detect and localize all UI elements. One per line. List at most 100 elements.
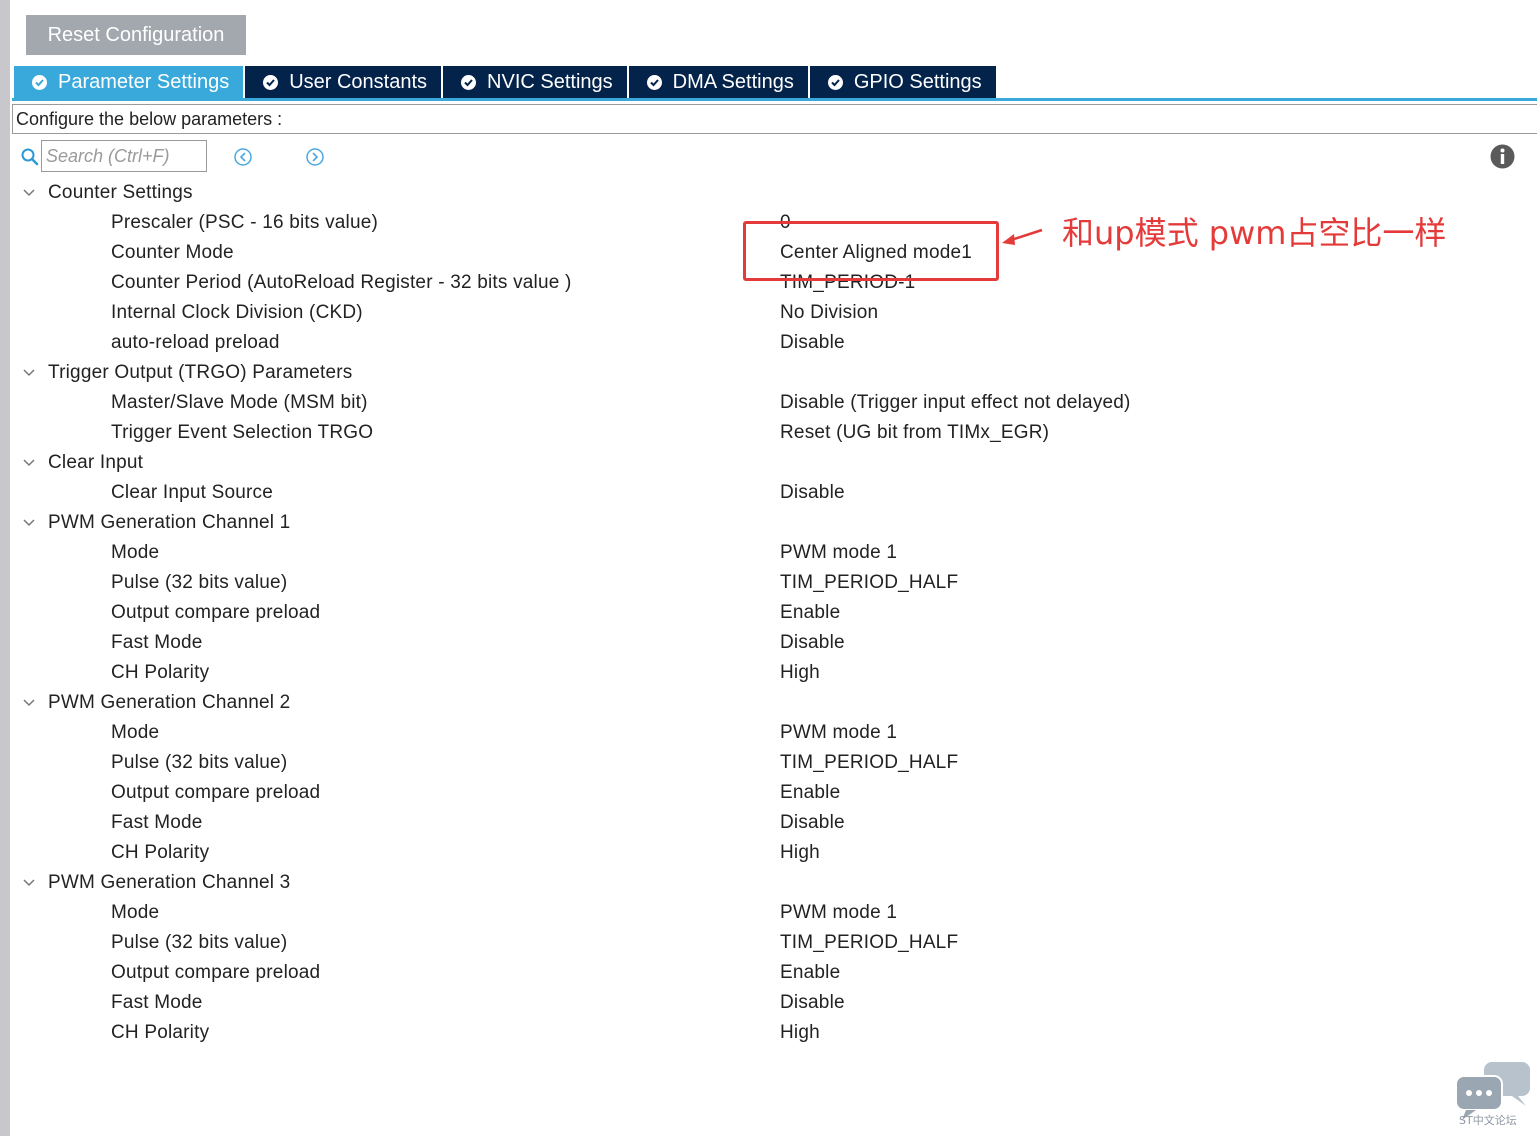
check-circle-icon — [32, 74, 47, 90]
parameter-value[interactable]: Disable — [780, 328, 845, 358]
group-label: Counter Settings — [48, 182, 193, 203]
chevron-left-circle-icon[interactable] — [233, 147, 253, 167]
parameter-label: Internal Clock Division (CKD) — [111, 302, 363, 323]
parameter-label: Master/Slave Mode (MSM bit) — [111, 392, 368, 413]
tab-user-constants[interactable]: User Constants — [245, 66, 444, 98]
parameter-row[interactable]: Output compare preload Enable — [0, 598, 1537, 628]
group-label: Trigger Output (TRGO) Parameters — [48, 362, 353, 383]
parameter-label: Output compare preload — [111, 782, 321, 803]
parameter-row[interactable]: Internal Clock Division (CKD) No Division — [0, 298, 1537, 328]
parameter-label: Mode — [111, 722, 160, 743]
parameter-label: Pulse (32 bits value) — [111, 572, 288, 593]
chevron-down-icon[interactable] — [22, 517, 36, 529]
parameter-value[interactable]: Disable — [780, 478, 845, 508]
parameter-value[interactable]: PWM mode 1 — [780, 538, 897, 568]
tab-label: DMA Settings — [672, 70, 794, 93]
group-header[interactable]: Clear Input — [0, 448, 1537, 478]
parameter-label: Fast Mode — [111, 992, 203, 1013]
parameter-label: Pulse (32 bits value) — [111, 752, 288, 773]
parameter-label: Counter Period (AutoReload Register - 32… — [111, 272, 572, 293]
parameter-value[interactable]: TIM_PERIOD_HALF — [780, 928, 958, 958]
parameter-value[interactable]: High — [780, 658, 820, 688]
parameter-row[interactable]: Mode PWM mode 1 — [0, 898, 1537, 928]
parameter-row[interactable]: Clear Input Source Disable — [0, 478, 1537, 508]
parameter-row[interactable]: Mode PWM mode 1 — [0, 538, 1537, 568]
chevron-down-icon[interactable] — [22, 367, 36, 379]
group-header[interactable]: PWM Generation Channel 1 — [0, 508, 1537, 538]
check-circle-icon — [461, 74, 477, 90]
parameter-row[interactable]: CH Polarity High — [0, 658, 1537, 688]
check-circle-icon — [263, 74, 279, 90]
chevron-down-icon[interactable] — [22, 457, 36, 469]
parameter-tree: Counter Settings Prescaler (PSC - 16 bits… — [0, 178, 1537, 1048]
parameter-value[interactable]: PWM mode 1 — [780, 898, 897, 928]
parameter-row[interactable]: CH Polarity High — [0, 1018, 1537, 1048]
reset-configuration-button[interactable]: Reset Configuration — [26, 15, 246, 55]
parameter-value[interactable]: High — [780, 838, 820, 868]
group-header[interactable]: PWM Generation Channel 3 — [0, 868, 1537, 898]
chevron-down-icon[interactable] — [22, 697, 36, 709]
parameter-value[interactable]: Enable — [780, 958, 840, 988]
configure-label: Configure the below parameters : — [12, 104, 1537, 134]
parameter-row[interactable]: Pulse (32 bits value) TIM_PERIOD_HALF — [0, 928, 1537, 958]
parameter-label: Mode — [111, 902, 160, 923]
search-icon[interactable] — [20, 147, 40, 167]
parameter-value[interactable]: Reset (UG bit from TIMx_EGR) — [780, 418, 1049, 448]
parameter-label: auto-reload preload — [111, 332, 280, 353]
parameter-value[interactable]: Enable — [780, 598, 840, 628]
group-header[interactable]: PWM Generation Channel 2 — [0, 688, 1537, 718]
parameter-label: Fast Mode — [111, 812, 203, 833]
parameter-row[interactable]: Output compare preload Enable — [0, 958, 1537, 988]
parameter-value[interactable]: Disable — [780, 988, 845, 1018]
tab-parameter-settings[interactable]: Parameter Settings — [14, 66, 246, 98]
parameter-row[interactable]: CH Polarity High — [0, 838, 1537, 868]
group-label: PWM Generation Channel 3 — [48, 872, 291, 893]
tab-dma-settings[interactable]: DMA Settings — [628, 66, 810, 98]
group-header[interactable]: Counter Settings — [0, 178, 1537, 208]
parameter-row[interactable]: Master/Slave Mode (MSM bit) Disable (Trig… — [0, 388, 1537, 418]
group-header[interactable]: Trigger Output (TRGO) Parameters — [0, 358, 1537, 388]
parameter-value[interactable]: Disable — [780, 808, 845, 838]
annotation-highlight-box — [743, 221, 999, 281]
parameter-row[interactable]: Output compare preload Enable — [0, 778, 1537, 808]
parameter-row[interactable]: Fast Mode Disable — [0, 628, 1537, 658]
group-label: Clear Input — [48, 452, 144, 473]
parameter-value[interactable]: PWM mode 1 — [780, 718, 897, 748]
forum-watermark-text: ST中文论坛 — [1459, 1114, 1517, 1127]
parameter-row[interactable]: Pulse (32 bits value) TIM_PERIOD_HALF — [0, 568, 1537, 598]
annotation-arrow-icon — [1002, 228, 1043, 245]
parameter-value[interactable]: TIM_PERIOD_HALF — [780, 568, 958, 598]
parameter-label: Counter Mode — [111, 242, 234, 263]
parameter-value[interactable]: High — [780, 1018, 820, 1048]
parameter-label: Fast Mode — [111, 632, 203, 653]
tab-label: Parameter Settings — [58, 70, 230, 93]
parameter-label: Prescaler (PSC - 16 bits value) — [111, 212, 379, 233]
parameter-value[interactable]: TIM_PERIOD_HALF — [780, 748, 958, 778]
info-icon[interactable] — [1490, 144, 1515, 169]
parameter-row[interactable]: auto-reload preload Disable — [0, 328, 1537, 358]
parameter-row[interactable]: Pulse (32 bits value) TIM_PERIOD_HALF — [0, 748, 1537, 778]
chevron-right-circle-icon[interactable] — [305, 147, 325, 167]
parameter-row[interactable]: Trigger Event Selection TRGO Reset (UG bi… — [0, 418, 1537, 448]
group-label: PWM Generation Channel 2 — [48, 692, 291, 713]
parameter-row[interactable]: Fast Mode Disable — [0, 808, 1537, 838]
parameter-value[interactable]: Disable — [780, 628, 845, 658]
annotation-text: 和up模式 pwm占空比一样 — [1062, 214, 1447, 252]
parameter-label: Trigger Event Selection TRGO — [111, 422, 374, 443]
parameter-label: CH Polarity — [111, 662, 210, 683]
chevron-down-icon[interactable] — [22, 187, 36, 199]
parameter-label: CH Polarity — [111, 842, 210, 863]
settings-tabbar: Parameter Settings User Constants NVIC Set… — [14, 66, 998, 98]
parameter-row[interactable]: Fast Mode Disable — [0, 988, 1537, 1018]
tab-label: User Constants — [289, 70, 428, 93]
search-input[interactable] — [41, 140, 207, 172]
chevron-down-icon[interactable] — [22, 877, 36, 889]
parameter-value[interactable]: Disable (Trigger input effect not delaye… — [780, 388, 1131, 418]
tab-nvic-settings[interactable]: NVIC Settings — [443, 66, 629, 98]
parameter-row[interactable]: Mode PWM mode 1 — [0, 718, 1537, 748]
parameter-value[interactable]: No Division — [780, 298, 878, 328]
tab-label: GPIO Settings — [853, 70, 982, 93]
parameter-value[interactable]: Enable — [780, 778, 840, 808]
check-circle-icon — [827, 74, 843, 90]
tab-gpio-settings[interactable]: GPIO Settings — [809, 66, 998, 98]
